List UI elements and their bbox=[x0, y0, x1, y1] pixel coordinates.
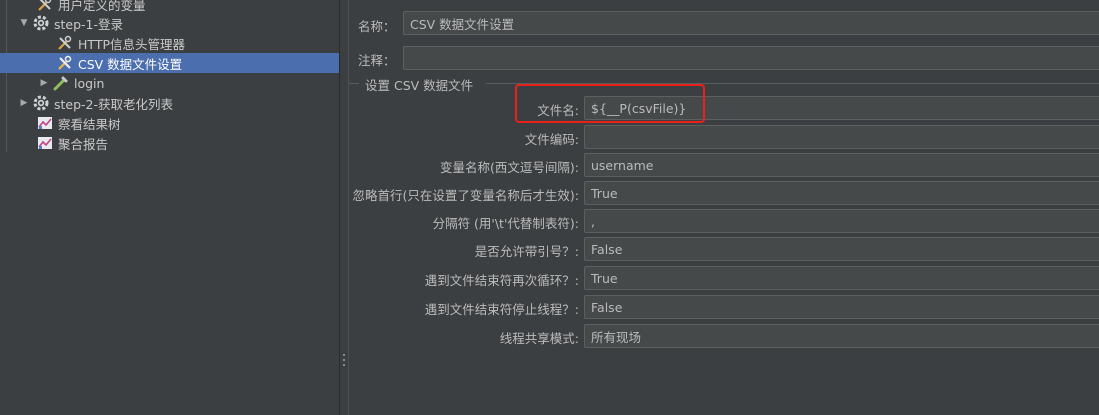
file-encoding-label: 文件编码: bbox=[524, 132, 579, 147]
chevron-right-icon[interactable]: ▶ bbox=[38, 77, 50, 89]
allow-quoted-label: 是否允许带引号？: bbox=[474, 244, 579, 259]
name-input[interactable]: CSV 数据文件设置 bbox=[403, 11, 1099, 35]
wrench-icon bbox=[36, 0, 54, 13]
tree-item-label: 察看结果树 bbox=[58, 116, 121, 132]
chart-icon bbox=[36, 114, 54, 132]
ignore-first-line-label: 忽略首行(只在设置了变量名称后才生效): bbox=[352, 188, 579, 203]
recycle-on-eof-label: 遇到文件结束符再次循环？: bbox=[424, 273, 579, 288]
comment-label: 注释： bbox=[358, 53, 396, 68]
tree-item-label: CSV 数据文件设置 bbox=[78, 56, 183, 72]
recycle-on-eof-select[interactable]: True bbox=[584, 266, 1099, 290]
tree-item-label: 用户定义的变量 bbox=[58, 0, 146, 13]
chevron-down-icon[interactable]: ▼ bbox=[18, 17, 30, 29]
stop-thread-on-eof-select[interactable]: False bbox=[584, 295, 1099, 319]
annotation-highlight-box bbox=[515, 84, 705, 123]
sharing-mode-select[interactable]: 所有现场 bbox=[584, 324, 1099, 348]
tree-item-step1[interactable]: ▼ step-1-登录 bbox=[0, 13, 339, 33]
tree-item-csv-data-set[interactable]: CSV 数据文件设置 bbox=[0, 53, 339, 73]
tree-item-label: HTTP信息头管理器 bbox=[78, 36, 185, 52]
tree-item-label: step-2-获取老化列表 bbox=[54, 96, 174, 112]
variable-names-input[interactable]: username bbox=[584, 153, 1099, 177]
group-border bbox=[349, 83, 359, 84]
splitter-grip-dot bbox=[343, 354, 345, 356]
csv-config-panel: 名称： CSV 数据文件设置 注释： 设置 CSV 数据文件 文件名: ${__… bbox=[349, 0, 1099, 415]
name-label: 名称： bbox=[358, 19, 396, 34]
gear-icon bbox=[32, 94, 50, 112]
pipette-icon bbox=[52, 74, 70, 92]
gear-icon bbox=[32, 14, 50, 32]
tree-item-login[interactable]: ▶ login bbox=[0, 73, 339, 93]
tree-item-view-results-tree[interactable]: 察看结果树 bbox=[0, 113, 339, 133]
delimiter-input[interactable]: , bbox=[584, 209, 1099, 233]
ignore-first-line-select[interactable]: True bbox=[584, 181, 1099, 205]
splitter-grip-dot bbox=[343, 359, 345, 361]
panel-splitter[interactable] bbox=[339, 0, 349, 415]
tree-item-label: 聚合报告 bbox=[58, 136, 109, 152]
file-encoding-input[interactable] bbox=[584, 125, 1099, 149]
tree-item-aggregate-report[interactable]: 聚合报告 bbox=[0, 133, 339, 153]
sharing-mode-label: 线程共享模式: bbox=[499, 331, 579, 346]
allow-quoted-select[interactable]: False bbox=[584, 237, 1099, 261]
group-title: 设置 CSV 数据文件 bbox=[362, 75, 477, 94]
tree-item-step2[interactable]: ▶ step-2-获取老化列表 bbox=[0, 93, 339, 113]
wrench-icon bbox=[56, 54, 74, 72]
tree-item-user-variables[interactable]: 用户定义的变量 bbox=[0, 0, 339, 14]
chevron-right-icon[interactable]: ▶ bbox=[18, 97, 30, 109]
splitter-grip-dot bbox=[343, 364, 345, 366]
tree-item-label: step-1-登录 bbox=[54, 16, 124, 32]
comment-input[interactable] bbox=[403, 46, 1099, 70]
variable-names-label: 变量名称(西文逗号间隔): bbox=[440, 160, 579, 175]
chart-icon bbox=[36, 134, 54, 152]
stop-thread-on-eof-label: 遇到文件结束符停止线程？: bbox=[424, 302, 579, 317]
tree-item-http-header-manager[interactable]: HTTP信息头管理器 bbox=[0, 33, 339, 53]
wrench-icon bbox=[56, 34, 74, 52]
test-plan-tree: 用户定义的变量 ▼ step-1-登录 HTTP信息头管理器 CSV 数据文件设… bbox=[0, 0, 339, 415]
tree-item-label: login bbox=[74, 75, 105, 91]
delimiter-label: 分隔符 (用'\t'代替制表符): bbox=[432, 216, 579, 231]
